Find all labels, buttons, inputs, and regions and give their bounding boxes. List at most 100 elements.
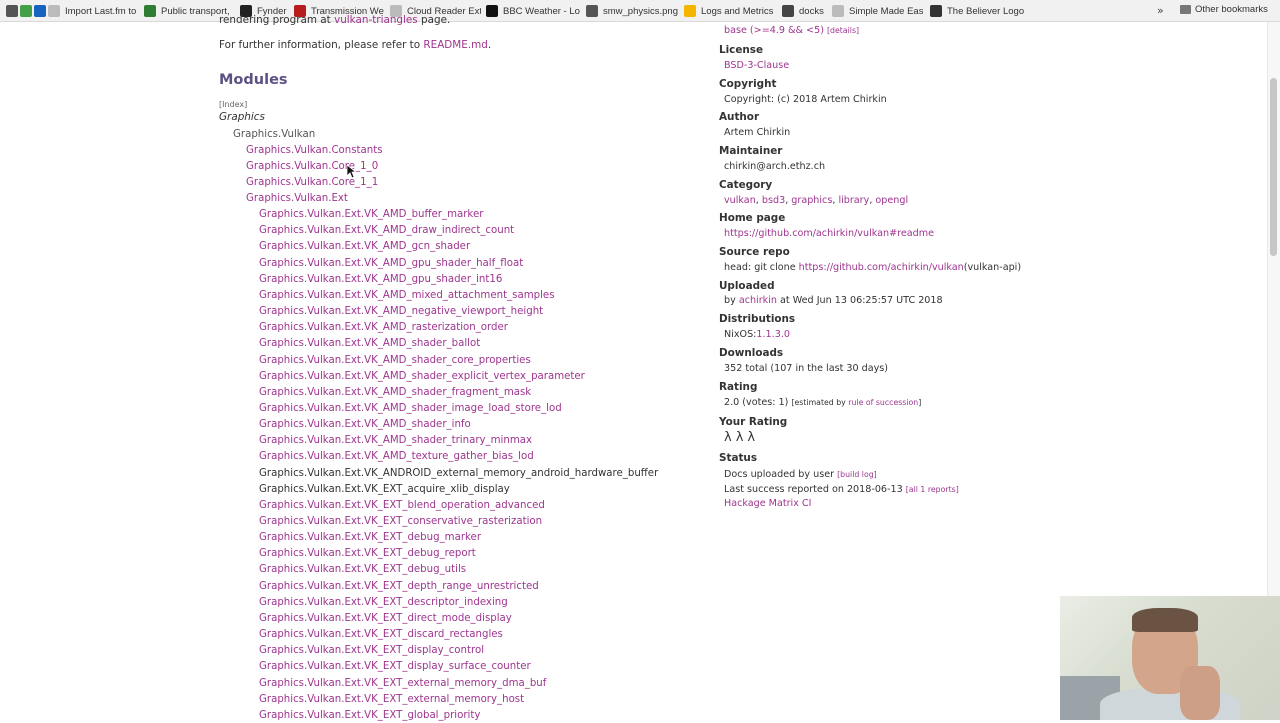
module-entry[interactable]: Graphics.Vulkan.Ext.VK_EXT_debug_utils (259, 563, 466, 577)
module-entry[interactable]: Graphics.Vulkan.Ext.VK_AMD_negative_view… (259, 305, 543, 319)
details-link[interactable]: [details] (827, 26, 859, 35)
other-bookmarks-folder[interactable]: Other bookmarks (1180, 4, 1268, 15)
module-entry[interactable]: Graphics.Vulkan.Ext.VK_EXT_external_memo… (259, 677, 546, 691)
module-entry[interactable]: Graphics.Vulkan.Constants (246, 144, 383, 158)
sourcerepo-link[interactable]: https://github.com/achirkin/vulkan (799, 262, 964, 273)
module-entry[interactable]: Graphics.Vulkan.Ext.VK_EXT_debug_marker (259, 531, 481, 545)
license-link[interactable]: BSD-3-Clause (724, 60, 789, 71)
uploader-link[interactable]: achirkin (739, 295, 777, 306)
intro-line-1: rendering program at vulkan-triangles pa… (219, 14, 450, 26)
module-entry[interactable]: Graphics.Vulkan.Ext.VK_EXT_debug_report (259, 547, 476, 561)
module-entry[interactable]: Graphics.Vulkan.Core_1_0 (246, 160, 378, 174)
license-value[interactable]: BSD-3-Clause (724, 60, 789, 71)
module-entry[interactable]: Graphics.Vulkan.Core_1_1 (246, 176, 378, 190)
believer-icon (930, 5, 942, 17)
bookmark-item[interactable]: Logs and Metrics (684, 0, 773, 22)
module-entry[interactable]: Graphics.Vulkan.Ext.VK_AMD_draw_indirect… (259, 224, 514, 238)
category-link[interactable]: opengl (875, 195, 908, 206)
modules-index-link[interactable]: [Index] (219, 100, 247, 109)
bookmark-label: Logs and Metrics (701, 5, 774, 17)
homepage-heading: Home page (719, 212, 786, 224)
metrics-icon (684, 5, 696, 17)
module-entry[interactable]: Graphics.Vulkan.Ext.VK_EXT_blend_operati… (259, 499, 545, 513)
intro-text-end: page. (417, 14, 451, 26)
distribution-version-link[interactable]: 1.1.3.0 (756, 329, 790, 340)
module-entry[interactable]: Graphics.Vulkan.Ext.VK_AMD_buffer_marker (259, 208, 483, 222)
category-link[interactable]: library (838, 195, 869, 206)
bookmarks-overflow-button[interactable]: » (1157, 4, 1164, 17)
module-entry[interactable]: Graphics.Vulkan.Ext.VK_AMD_shader_image_… (259, 402, 562, 416)
module-entry[interactable]: Graphics.Vulkan.Ext.VK_AMD_gcn_shader (259, 240, 470, 254)
rule-of-succession-link[interactable]: rule of succession (848, 398, 918, 407)
bookmark-label: smw_physics.png (603, 5, 678, 17)
module-entry[interactable]: Graphics.Vulkan.Ext.VK_AMD_shader_trinar… (259, 434, 532, 448)
other-bookmarks-label: Other bookmarks (1195, 4, 1268, 15)
module-entry[interactable]: Graphics.Vulkan.Ext.VK_EXT_global_priori… (259, 709, 480, 723)
module-entry[interactable]: Graphics.Vulkan.Ext.VK_AMD_shader_core_p… (259, 354, 531, 368)
module-entry[interactable]: Graphics.Vulkan.Ext.VK_EXT_depth_range_u… (259, 580, 539, 594)
trello-icon (34, 5, 46, 17)
copyright-heading: Copyright (719, 78, 777, 90)
rating-lambda-1-icon[interactable]: λ (724, 430, 732, 445)
bookmark-item[interactable]: BBC Weather - Lo (486, 0, 580, 22)
module-entry[interactable]: Graphics.Vulkan.Ext.VK_AMD_mixed_attachm… (259, 289, 555, 303)
distributions-heading: Distributions (719, 313, 796, 325)
bookmark-item[interactable]: docks (782, 0, 824, 22)
module-entry[interactable]: Graphics.Vulkan.Ext.VK_EXT_conservative_… (259, 515, 542, 529)
category-link[interactable]: graphics (791, 195, 832, 206)
module-entry[interactable]: Graphics.Vulkan.Ext.VK_EXT_descriptor_in… (259, 596, 508, 610)
module-entry[interactable]: Graphics.Vulkan.Ext.VK_AMD_rasterization… (259, 321, 508, 335)
rating-lambda-2-icon[interactable]: λ (736, 430, 744, 445)
uploaded-heading: Uploaded (719, 280, 775, 292)
all-reports-link[interactable]: [all 1 reports] (906, 485, 959, 494)
vulkan-triangles-link[interactable]: vulkan-triangles (334, 14, 418, 26)
apps-icon (6, 5, 18, 17)
distribution-name: NixOS: (724, 329, 757, 340)
rating-lambda-3-icon[interactable]: λ (747, 430, 755, 445)
docs-uploaded-text: Docs uploaded by user (724, 469, 838, 480)
category-link[interactable]: bsd3 (762, 195, 785, 206)
bookmark-label: docks (799, 5, 824, 17)
folder-icon (1180, 5, 1191, 14)
scrollbar-thumb[interactable] (1270, 78, 1277, 256)
module-entry[interactable]: Graphics.Vulkan.Ext.VK_EXT_direct_mode_d… (259, 612, 512, 626)
bookmark-item[interactable]: The Believer Logo (930, 0, 1024, 22)
your-rating-heading: Your Rating (719, 416, 788, 428)
module-entry[interactable]: Graphics.Vulkan.Ext.VK_AMD_shader_info (259, 418, 471, 432)
bbc-icon (486, 5, 498, 17)
module-entry[interactable]: Graphics.Vulkan.Ext.VK_EXT_display_surfa… (259, 660, 531, 674)
homepage-link[interactable]: https://github.com/achirkin/vulkan#readm… (724, 228, 934, 239)
base-dependency-link[interactable]: base (>=4.9 && <5) (724, 25, 824, 36)
module-entry[interactable]: Graphics.Vulkan.Ext.VK_AMD_shader_ballot (259, 337, 480, 351)
author-heading: Author (719, 111, 760, 123)
copyright-value: Copyright: (c) 2018 Artem Chirkin (724, 94, 887, 105)
bookmark-item[interactable]: smw_physics.png (586, 0, 678, 22)
module-entry[interactable]: Graphics.Vulkan.Ext.VK_AMD_gpu_shader_ha… (259, 257, 523, 271)
downloads-value: 352 total (107 in the last 30 days) (724, 363, 889, 374)
readme-link[interactable]: README.md (423, 39, 487, 51)
build-log-link[interactable]: [build log] (837, 470, 877, 479)
bookmark-item[interactable]: Import Last.fm to (48, 0, 136, 22)
your-rating-widget: λλλ (724, 430, 759, 445)
uploaded-value: by achirkin at Wed Jun 13 06:25:57 UTC 2… (724, 295, 943, 306)
module-entry[interactable]: Graphics.Vulkan.Ext.VK_AMD_shader_fragme… (259, 386, 531, 400)
sourcerepo-heading: Source repo (719, 246, 790, 258)
module-entry[interactable]: Graphics.Vulkan.Ext.VK_AMD_shader_explic… (259, 370, 585, 384)
bookmark-item[interactable]: Simple Made Eas (832, 0, 923, 22)
hackage-matrix-link[interactable]: Hackage Matrix CI (724, 498, 811, 509)
bookmark-item[interactable]: Public transport, (144, 0, 230, 22)
module-entry[interactable]: Graphics.Vulkan.Ext.VK_AMD_texture_gathe… (259, 450, 534, 464)
webcam-person-hand (1180, 666, 1220, 720)
intro-line-2: For further information, please refer to… (219, 39, 491, 51)
module-entry[interactable]: Graphics.Vulkan.Ext.VK_EXT_display_contr… (259, 644, 484, 658)
module-entry[interactable]: Graphics.Vulkan.Ext.VK_EXT_discard_recta… (259, 628, 503, 642)
module-entry[interactable]: Graphics.Vulkan.Ext.VK_AMD_gpu_shader_in… (259, 273, 502, 287)
status-docs: Docs uploaded by user [build log] (724, 469, 877, 480)
category-heading: Category (719, 179, 773, 191)
module-entry[interactable]: Graphics.Vulkan.Ext (246, 192, 348, 206)
greenhouse-icon (20, 5, 32, 17)
module-entry[interactable]: Graphics.Vulkan.Ext.VK_EXT_external_memo… (259, 693, 524, 707)
rating-estimated-text: [estimated by (791, 398, 849, 407)
page-icon (48, 5, 60, 17)
category-link[interactable]: vulkan (724, 195, 756, 206)
